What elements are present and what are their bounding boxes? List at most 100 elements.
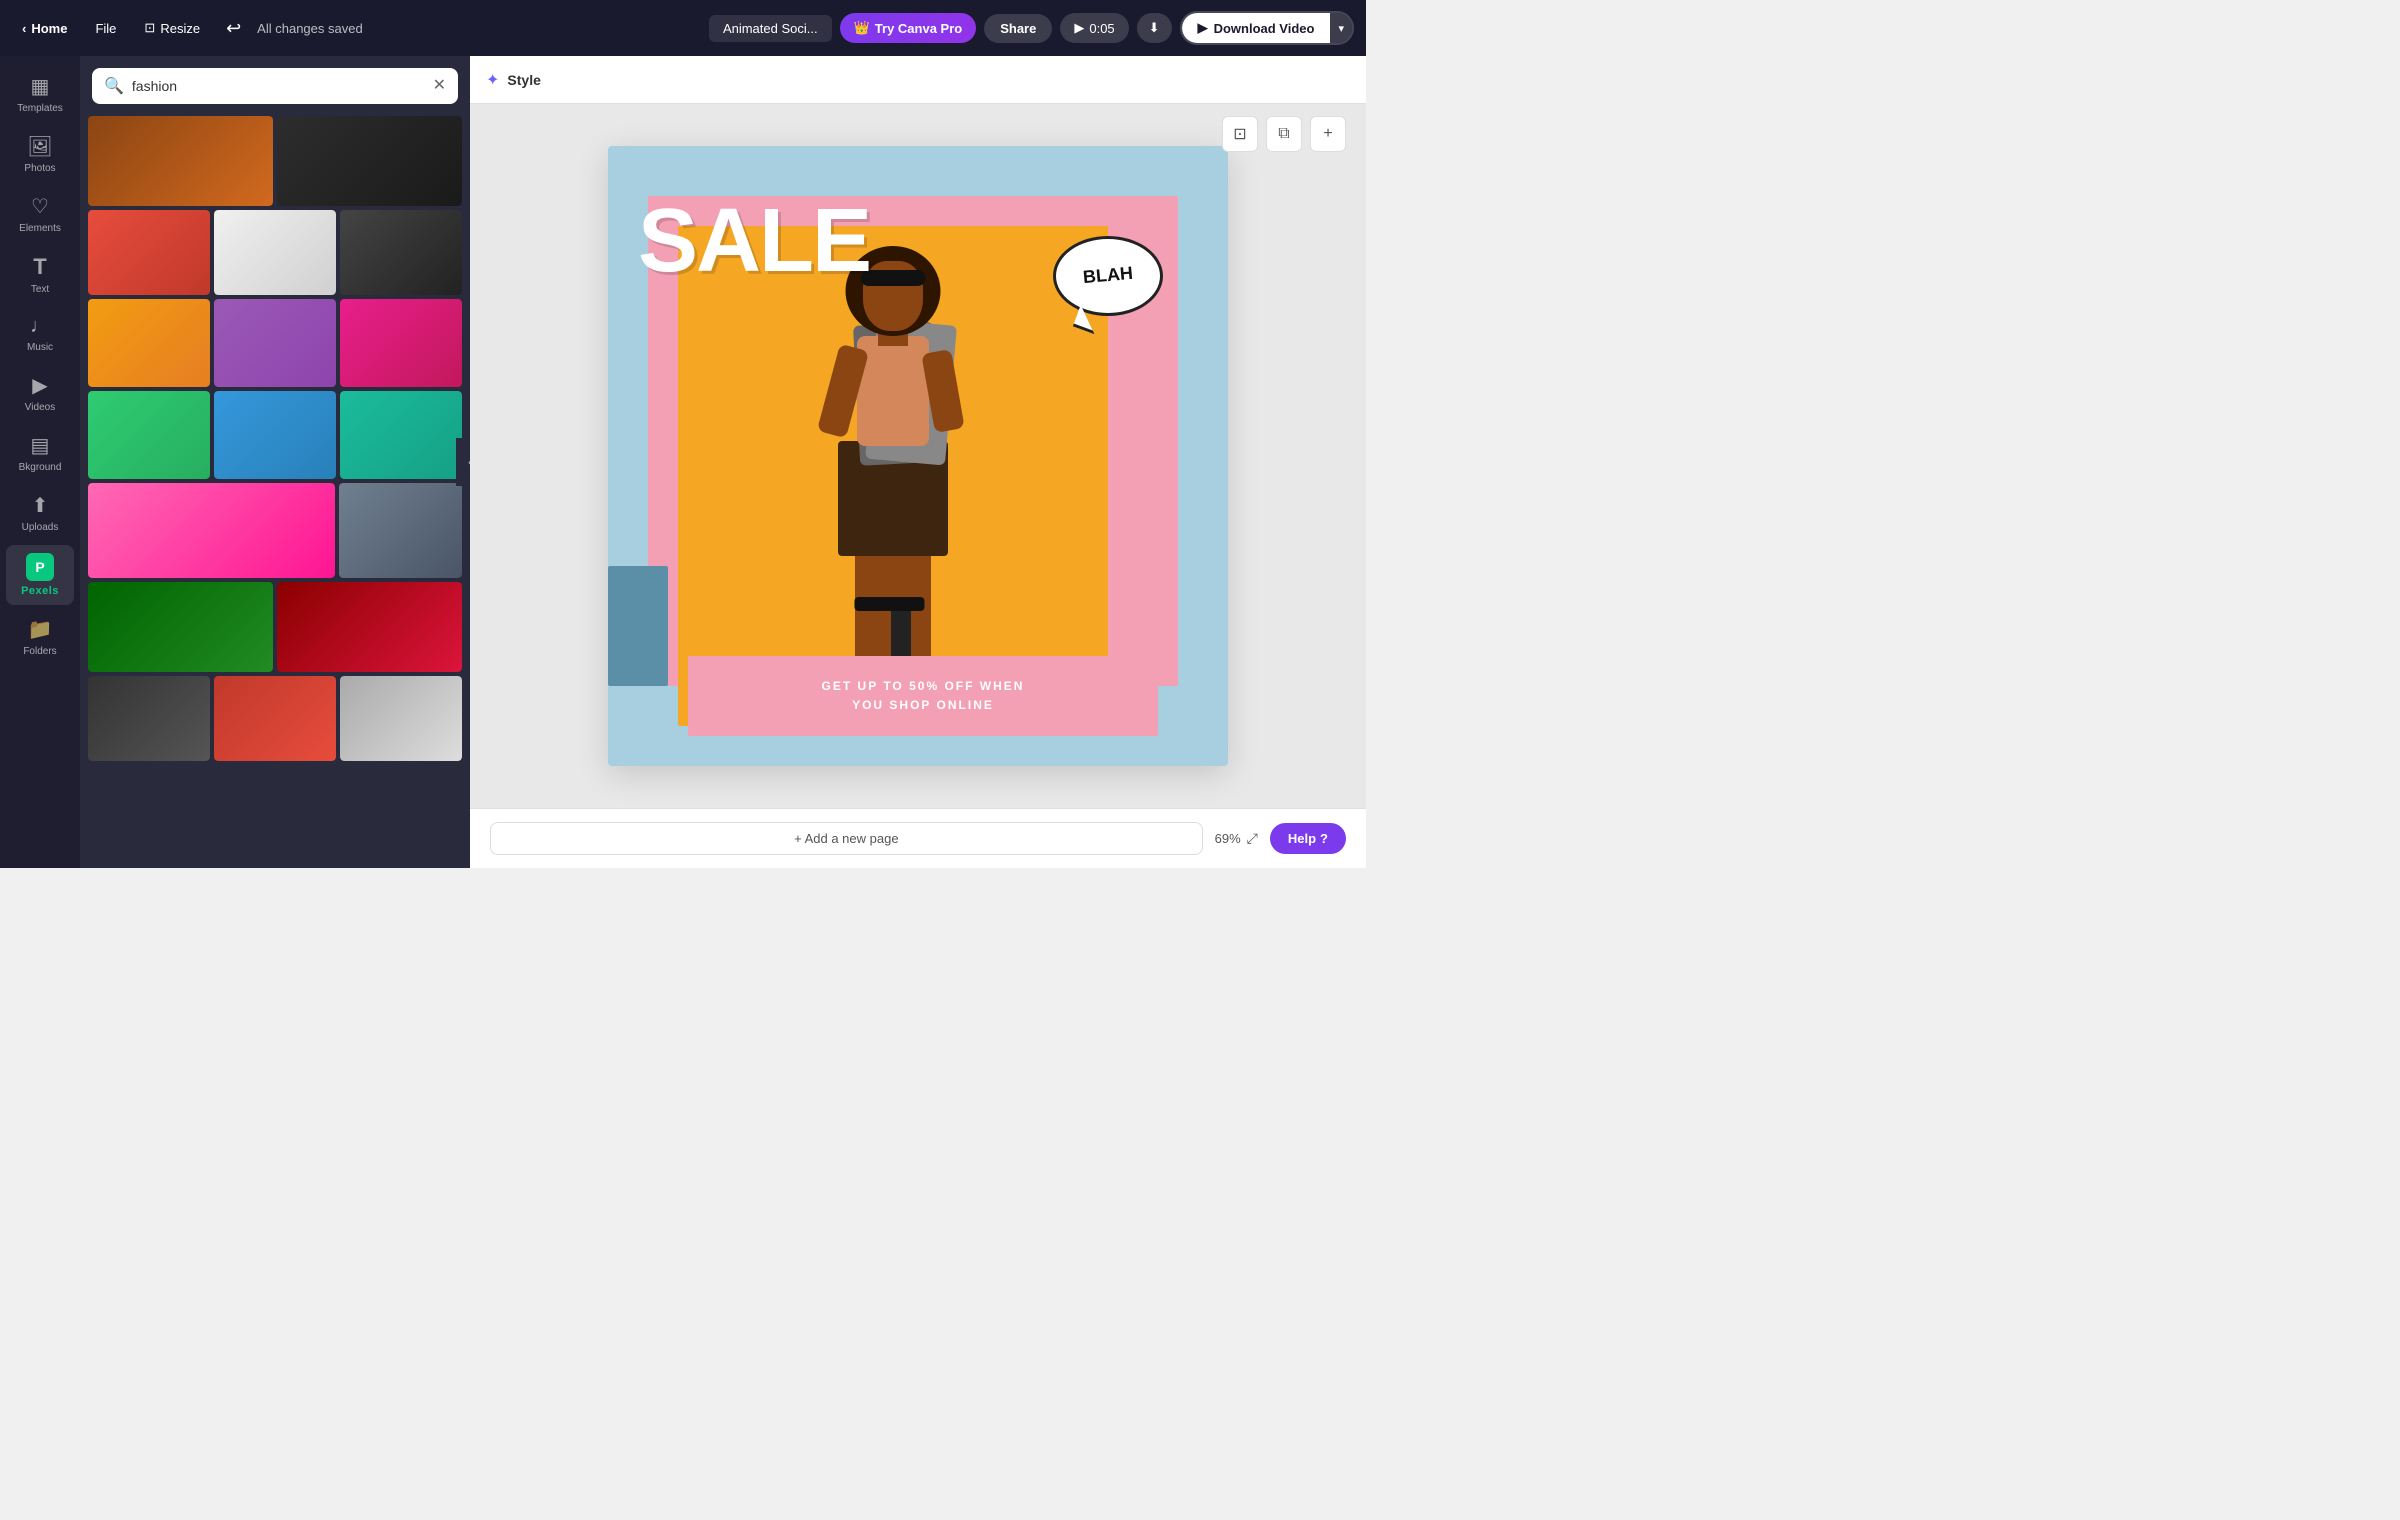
search-bar: 🔍 ✕: [80, 56, 470, 112]
home-label: Home: [31, 21, 67, 36]
resize-button[interactable]: ⊡ Resize: [134, 14, 210, 42]
folders-icon: 📁: [28, 617, 53, 642]
sidebar-item-photos[interactable]: 🖼 Photos: [6, 126, 74, 182]
videos-icon: ▶: [32, 373, 47, 398]
sidebar-item-background[interactable]: ▤ Bkground: [6, 425, 74, 481]
photo-thumb[interactable]: [214, 391, 336, 479]
search-input-wrap: 🔍 ✕: [92, 68, 458, 104]
try-pro-button[interactable]: 👑 Try Canva Pro: [840, 13, 977, 43]
sidebar-label-templates: Templates: [17, 103, 63, 114]
search-panel: 🔍 ✕: [80, 56, 470, 868]
pexels-icon: P: [26, 553, 54, 581]
video-icon: ▶: [1198, 20, 1208, 36]
text-icon: T: [33, 254, 46, 280]
photo-thumb[interactable]: [339, 483, 462, 578]
style-label: Style: [507, 72, 540, 88]
download-icon-button[interactable]: ⬇: [1137, 13, 1172, 43]
zoom-control: 69% ⤢: [1215, 830, 1258, 847]
grid-row: [88, 210, 462, 295]
yellow-photo-area: [678, 226, 1108, 726]
sidebar-label-folders: Folders: [23, 646, 56, 657]
style-bar: ✦ Style: [470, 56, 1366, 104]
promo-text: GET UP TO 50% OFF WHEN YOU SHOP ONLINE: [822, 677, 1025, 715]
file-label: File: [95, 21, 116, 36]
photo-thumb[interactable]: [88, 116, 273, 206]
share-label: Share: [1000, 21, 1036, 36]
help-label: Help: [1288, 831, 1316, 846]
sidebar-item-pexels[interactable]: P Pexels: [6, 545, 74, 605]
sidebar-item-uploads[interactable]: ⬆ Uploads: [6, 485, 74, 541]
photo-thumb[interactable]: [88, 676, 210, 761]
download-dropdown-button[interactable]: ▾: [1330, 13, 1352, 43]
photo-thumb[interactable]: [88, 483, 335, 578]
photo-thumb[interactable]: [214, 210, 336, 295]
photo-thumb[interactable]: [88, 582, 273, 672]
project-name-button[interactable]: Animated Soci...: [709, 15, 832, 42]
add-canvas-icon: +: [1323, 125, 1332, 143]
download-video-label: Download Video: [1214, 21, 1315, 36]
sidebar-label-photos: Photos: [24, 163, 55, 174]
save-status: All changes saved: [257, 21, 363, 36]
photo-thumb[interactable]: [214, 299, 336, 387]
sale-text: SALE: [638, 196, 870, 286]
expand-icon: ⤢: [1247, 830, 1258, 846]
resize-canvas-icon: ⊡: [1233, 124, 1246, 144]
bottom-bar: + Add a new page 69% ⤢ Help ?: [470, 808, 1366, 868]
canvas-add-button[interactable]: +: [1310, 116, 1346, 152]
grid-row: [88, 483, 462, 578]
photo-thumb[interactable]: [88, 391, 210, 479]
style-sparkle-icon: ✦: [486, 70, 499, 90]
photo-thumb[interactable]: [88, 299, 210, 387]
collapse-panel-button[interactable]: ‹: [456, 438, 470, 486]
background-icon: ▤: [31, 433, 50, 458]
undo-button[interactable]: ↩: [218, 14, 249, 43]
sidebar-item-templates[interactable]: ▦ Templates: [6, 66, 74, 122]
file-button[interactable]: File: [85, 15, 126, 42]
sidebar-label-pexels: Pexels: [21, 585, 59, 597]
photo-thumb[interactable]: [340, 210, 462, 295]
speech-bubble: BLAH: [1053, 236, 1163, 316]
photo-thumb[interactable]: [340, 676, 462, 761]
canvas-resize-button[interactable]: ⊡: [1222, 116, 1258, 152]
photo-thumb[interactable]: [88, 210, 210, 295]
sidebar-label-background: Bkground: [19, 462, 62, 473]
canvas-area: ✦ Style ⊡ ⧉ +: [470, 56, 1366, 868]
model-torso: [857, 336, 929, 446]
sidebar-item-folders[interactable]: 📁 Folders: [6, 609, 74, 665]
download-video-button[interactable]: ▶ Download Video: [1182, 13, 1331, 43]
zoom-level: 69%: [1215, 831, 1241, 846]
sidebar-item-text[interactable]: T Text: [6, 246, 74, 303]
sidebar-label-text: Text: [31, 284, 49, 295]
clear-search-button[interactable]: ✕: [433, 78, 446, 94]
photo-thumb[interactable]: [277, 116, 462, 206]
home-button[interactable]: ‹ Home: [12, 15, 77, 42]
photo-thumb[interactable]: [340, 391, 462, 479]
model-sunglasses: [861, 270, 926, 286]
photo-thumb[interactable]: [340, 299, 462, 387]
add-page-button[interactable]: + Add a new page: [490, 822, 1203, 855]
photo-thumb[interactable]: [214, 676, 336, 761]
elements-icon: ♡: [31, 194, 49, 219]
sidebar-item-music[interactable]: ♩ Music: [6, 307, 74, 361]
design-canvas[interactable]: SALE BLAH GET UP TO 50% OFF WHEN YOU SHO…: [608, 146, 1228, 766]
collapse-icon: ‹: [468, 455, 470, 469]
canvas-scroll[interactable]: SALE BLAH GET UP TO 50% OFF WHEN YOU SHO…: [470, 104, 1366, 808]
dropdown-arrow-icon: ▾: [1338, 23, 1344, 35]
grid-row: [88, 582, 462, 672]
sidebar-item-videos[interactable]: ▶ Videos: [6, 365, 74, 421]
grid-row: [88, 676, 462, 761]
sidebar: ▦ Templates 🖼 Photos ♡ Elements T Text ♩…: [0, 56, 80, 868]
photo-thumb[interactable]: [277, 582, 462, 672]
clear-icon: ✕: [433, 77, 446, 94]
sidebar-label-videos: Videos: [25, 402, 55, 413]
help-button[interactable]: Help ?: [1270, 823, 1346, 854]
search-input[interactable]: [132, 78, 425, 94]
share-button[interactable]: Share: [984, 14, 1052, 43]
canvas-copy-button[interactable]: ⧉: [1266, 116, 1302, 152]
play-button[interactable]: ▶ 0:05: [1060, 13, 1128, 43]
resize-icon: ⊡: [144, 20, 155, 36]
sidebar-item-elements[interactable]: ♡ Elements: [6, 186, 74, 242]
blue-accent: [608, 566, 668, 686]
music-icon: ♩: [30, 315, 50, 338]
zoom-expand-button[interactable]: ⤢: [1247, 830, 1258, 847]
